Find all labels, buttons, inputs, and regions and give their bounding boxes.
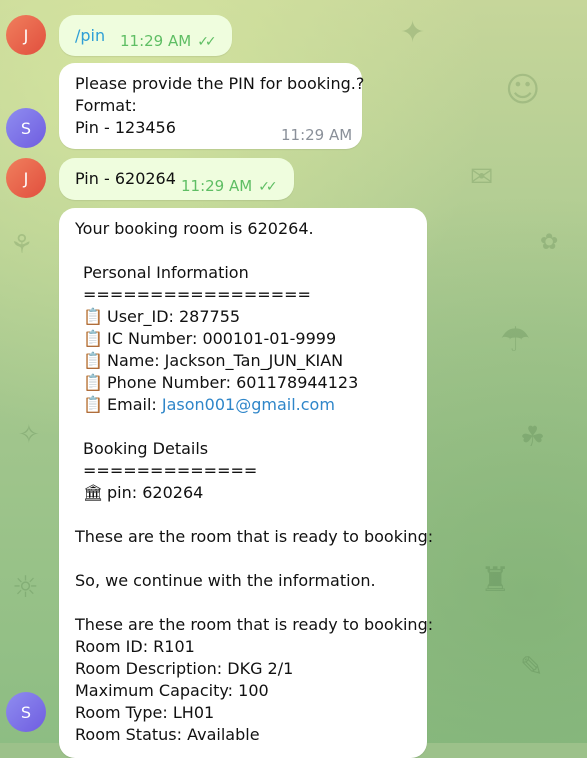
avatar[interactable]: S xyxy=(6,692,46,732)
section-title-personal: Personal Information xyxy=(83,263,249,282)
personal-user-id: 📋 User_ID: 287755 xyxy=(83,307,241,326)
message-text: Pin - 620264 xyxy=(75,169,176,188)
background-doodle: ✿ xyxy=(540,230,559,255)
message-bubble[interactable]: Please provide the PIN for booking.? For… xyxy=(59,63,365,149)
message-line: Pin - 123456 xyxy=(75,118,176,137)
personal-email: 📋 Email: Jason001@gmail.com xyxy=(83,395,335,414)
message-bubble[interactable]: Your booking room is 620264. Personal In… xyxy=(59,208,433,758)
section-rule: ================= xyxy=(83,285,311,304)
message-bubble[interactable]: /pin 11:29 AM ✓✓ xyxy=(59,15,232,56)
avatar-letter: S xyxy=(20,118,32,138)
background-doodle: ☼ xyxy=(12,570,39,605)
message-line: Your booking room is 620264. xyxy=(75,219,314,238)
avatar[interactable]: J xyxy=(6,158,46,198)
personal-ic-number: 📋 IC Number: 000101-01-9999 xyxy=(83,329,337,348)
personal-name: 📋 Name: Jackson_Tan_JUN_KIAN xyxy=(83,351,344,370)
background-doodle: ⚘ xyxy=(10,230,34,260)
section-rule: ============= xyxy=(83,461,258,480)
bank-icon: 🏛 xyxy=(83,483,104,502)
background-doodle: ♜ xyxy=(480,560,511,600)
background-doodle: ✧ xyxy=(18,420,40,450)
background-doodle: ☘ xyxy=(520,420,546,453)
double-check-icon: ✓✓ xyxy=(197,34,217,50)
message-time: 11:29 AM ✓✓ xyxy=(181,177,278,195)
clipboard-icon: 📋 xyxy=(83,395,103,414)
avatar-letter: J xyxy=(23,168,29,188)
message-line: Please provide the PIN for booking.? xyxy=(75,74,365,93)
background-doodle: ☂ xyxy=(500,320,531,360)
email-link[interactable]: Jason001@gmail.com xyxy=(162,395,335,414)
double-check-icon: ✓✓ xyxy=(258,179,278,195)
message-time: 11:29 AM xyxy=(281,126,353,144)
background-doodle: ✦ xyxy=(400,15,426,50)
message-time: 11:29 AM ✓✓ xyxy=(120,32,217,50)
clipboard-icon: 📋 xyxy=(83,373,103,392)
avatar[interactable]: J xyxy=(6,15,46,55)
room-id: Room ID: R101 xyxy=(75,637,195,656)
avatar-letter: S xyxy=(20,702,32,722)
room-description: Room Description: DKG 2/1 xyxy=(75,659,294,678)
avatar[interactable]: S xyxy=(6,108,46,148)
clipboard-icon: 📋 xyxy=(83,307,103,326)
background-doodle: ☺ xyxy=(505,70,541,110)
message-bubble[interactable]: Pin - 620264 11:29 AM ✓✓ xyxy=(59,158,294,200)
room-type: Room Type: LH01 xyxy=(75,703,215,722)
clipboard-icon: 📋 xyxy=(83,329,103,348)
message-line: Format: xyxy=(75,96,137,115)
avatar-letter: J xyxy=(23,25,29,45)
maximum-capacity: Maximum Capacity: 100 xyxy=(75,681,269,700)
message-command[interactable]: /pin xyxy=(75,26,105,45)
message-text: /pin xyxy=(75,25,105,47)
section-title-booking: Booking Details xyxy=(83,439,209,458)
message-line: These are the room that is ready to book… xyxy=(75,527,434,546)
message-line: These are the room that is ready to book… xyxy=(75,615,434,634)
background-doodle: ✎ xyxy=(520,650,544,683)
background-doodle: ✉ xyxy=(470,160,494,193)
message-line: So, we continue with the information. xyxy=(75,571,376,590)
personal-phone: 📋 Phone Number: 601178944123 xyxy=(83,373,359,392)
clipboard-icon: 📋 xyxy=(83,351,103,370)
booking-pin: 🏛 pin: 620264 xyxy=(83,483,204,502)
